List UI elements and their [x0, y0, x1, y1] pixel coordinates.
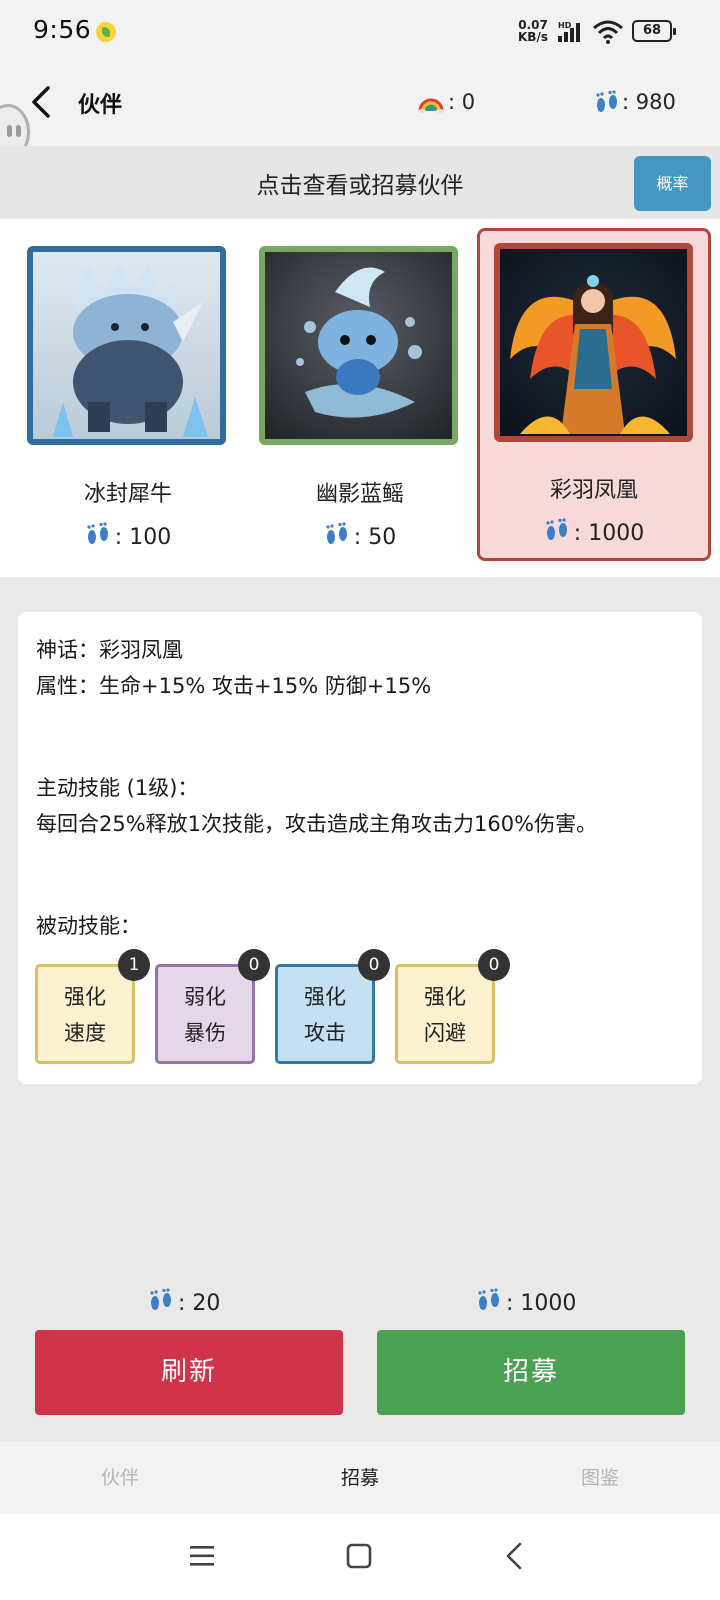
status-bar: 9:56 0.07 KB/s HD 68 [0, 0, 720, 68]
refresh-button[interactable]: 刷新 [35, 1330, 343, 1415]
passive-skill-attack[interactable]: 强化 攻击 0 [275, 949, 390, 1064]
footprint-icon [596, 90, 617, 112]
partner-portrait-ice-rhino [27, 246, 226, 445]
passive-skill-crit-damage[interactable]: 弱化 暴伤 0 [155, 949, 270, 1064]
footprint-icon [326, 522, 347, 544]
partner-card-ice-rhino[interactable]: 冰封犀牛 : 100 [20, 232, 236, 553]
menu-icon[interactable] [188, 1542, 216, 1570]
tab-partners[interactable]: 伙伴 [0, 1442, 240, 1514]
partner-name: 幽影蓝鳐 [315, 482, 404, 507]
footprint-icon [478, 1288, 499, 1310]
wifi-icon [593, 20, 623, 44]
rhino-image [53, 262, 208, 437]
partner-name: 冰封犀牛 [83, 482, 172, 507]
system-navigation-bar [0, 1514, 720, 1600]
refresh-cost: : 20 [148, 1288, 220, 1316]
partner-card-shadow-ray[interactable]: 幽影蓝鳐 : 50 [252, 232, 468, 553]
rainbow-icon [418, 98, 444, 113]
app-notification-icon [96, 22, 116, 42]
phoenix-image [510, 275, 676, 434]
passive-skill-dodge[interactable]: 强化 闪避 0 [395, 949, 510, 1064]
probability-button[interactable]: 概率 [634, 156, 711, 211]
footprint-icon [150, 1288, 171, 1310]
recruit-instruction: 点击查看或招募伙伴 [256, 173, 464, 199]
tab-recruit[interactable]: 招募 [240, 1442, 480, 1514]
partner-cost: : 50 [252, 522, 468, 550]
footprint-count: : 980 [622, 90, 676, 114]
skill-level-badge: 0 [478, 949, 510, 981]
rarity-line: 神话：彩羽凤凰 [36, 638, 183, 662]
back-nav-icon[interactable] [500, 1541, 528, 1571]
recruit-cost: : 1000 [476, 1288, 576, 1316]
home-icon[interactable] [345, 1542, 373, 1570]
footprint-icon [546, 518, 567, 540]
partner-card-phoenix[interactable]: 彩羽凤凰 : 1000 [477, 228, 711, 561]
partner-detail-panel: 神话：彩羽凤凰 属性：生命+15% 攻击+15% 防御+15% 主动技能 (1级… [18, 612, 702, 1084]
skill-level-badge: 0 [238, 949, 270, 981]
attributes-line: 属性：生命+15% 攻击+15% 防御+15% [36, 674, 432, 698]
passive-skill-speed[interactable]: 强化 速度 1 [35, 949, 150, 1064]
bottom-tab-bar: 伙伴 招募 图鉴 [0, 1442, 720, 1514]
partner-cost: : 1000 [480, 518, 708, 546]
active-skill-description: 每回合25%释放1次技能，攻击造成主角攻击力160%伤害。 [36, 812, 598, 836]
partner-portrait-shadow-ray [259, 246, 458, 445]
passive-skill-title: 被动技能： [36, 914, 141, 938]
partner-cost: : 100 [20, 522, 236, 550]
skill-level-badge: 1 [118, 949, 150, 981]
partner-cards: 冰封犀牛 : 100 幽影蓝鳐 : 50 彩羽凤凰: 1000 [0, 219, 720, 577]
footprint-icon [87, 522, 108, 544]
partner-name: 彩羽凤凰 [549, 478, 638, 503]
recruit-button[interactable]: 招募 [377, 1330, 685, 1415]
network-speed-unit: KB/s [518, 30, 548, 44]
status-time: 9:56 [33, 15, 92, 44]
battery-icon: 68 [632, 20, 676, 42]
skill-level-badge: 0 [358, 949, 390, 981]
signal-icon: HD [558, 21, 580, 42]
ray-image [296, 267, 422, 418]
partner-portrait-phoenix [494, 243, 693, 442]
back-icon[interactable] [22, 82, 62, 122]
recruit-header: 点击查看或招募伙伴 概率 [0, 146, 720, 219]
active-skill-title: 主动技能 (1级)： [36, 776, 199, 800]
network-type-label: HD [558, 21, 572, 30]
tab-collection[interactable]: 图鉴 [480, 1442, 720, 1514]
app-bar: 伙伴 : 0 : 980 [0, 68, 720, 146]
rainbow-count: : 0 [448, 90, 476, 114]
network-speed: 0.07 KB/s [518, 19, 548, 43]
page-title: 伙伴 [78, 93, 123, 118]
